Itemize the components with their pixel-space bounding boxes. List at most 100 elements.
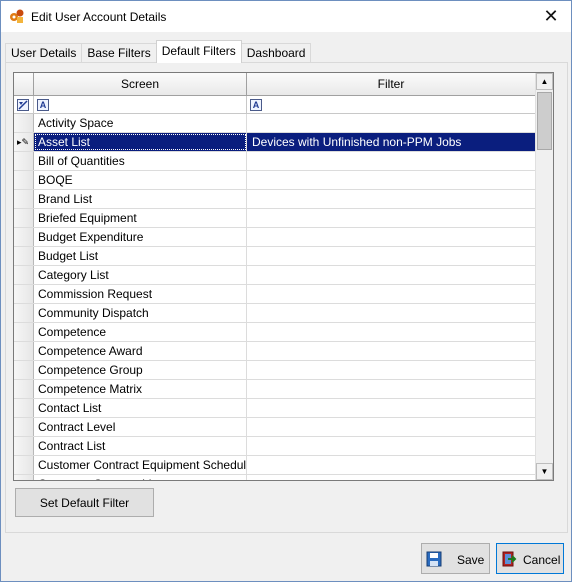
screen-cell[interactable]: Customer Contract Equipment Schedule	[34, 456, 247, 474]
screen-cell[interactable]: Brand List	[34, 190, 247, 208]
filter-cell[interactable]	[247, 342, 536, 360]
table-row[interactable]: Community Dispatch	[14, 304, 536, 323]
table-row[interactable]: BOQE	[14, 171, 536, 190]
tab-base-filters[interactable]: Base Filters	[81, 43, 157, 63]
row-selector[interactable]	[14, 418, 34, 436]
filter-cell[interactable]	[247, 437, 536, 455]
screen-cell[interactable]: Briefed Equipment	[34, 209, 247, 227]
row-selector[interactable]	[14, 152, 34, 170]
filter-cell[interactable]	[247, 285, 536, 303]
filter-cell[interactable]	[247, 228, 536, 246]
filter-cell[interactable]	[247, 152, 536, 170]
filter-cell[interactable]	[247, 418, 536, 436]
row-selector[interactable]	[14, 361, 34, 379]
row-selector[interactable]	[14, 456, 34, 474]
table-row[interactable]: Bill of Quantities	[14, 152, 536, 171]
row-selector[interactable]	[14, 437, 34, 455]
table-row[interactable]: Competence	[14, 323, 536, 342]
scrollbar-thumb[interactable]	[537, 92, 552, 150]
table-row[interactable]: Customer Contract List	[14, 475, 536, 480]
row-selector[interactable]	[14, 190, 34, 208]
filter-cell[interactable]	[247, 171, 536, 189]
table-row[interactable]: Competence Award	[14, 342, 536, 361]
row-selector[interactable]: ▸✎	[14, 133, 34, 151]
text-filter-icon[interactable]: A	[37, 99, 49, 111]
screen-cell[interactable]: Category List	[34, 266, 247, 284]
table-row[interactable]: Contact List	[14, 399, 536, 418]
screen-cell[interactable]: Asset List	[34, 133, 247, 151]
save-button[interactable]: Save	[421, 543, 490, 574]
filter-cell[interactable]	[247, 209, 536, 227]
close-button[interactable]: ✕	[531, 1, 571, 32]
filter-cell[interactable]	[247, 475, 536, 480]
tab-default-filters[interactable]: Default Filters	[155, 40, 242, 63]
row-selector[interactable]	[14, 342, 34, 360]
screen-cell[interactable]: Budget Expenditure	[34, 228, 247, 246]
screen-cell[interactable]: Customer Contract List	[34, 475, 247, 480]
row-selector[interactable]	[14, 304, 34, 322]
table-row[interactable]: Category List	[14, 266, 536, 285]
clear-filter-icon[interactable]	[17, 99, 29, 111]
row-selector[interactable]	[14, 380, 34, 398]
table-row[interactable]: Budget List	[14, 247, 536, 266]
filter-cell[interactable]	[247, 190, 536, 208]
row-selector[interactable]	[14, 114, 34, 132]
table-row[interactable]: Activity Space	[14, 114, 536, 133]
screen-cell[interactable]: Commission Request	[34, 285, 247, 303]
screen-cell[interactable]: Budget List	[34, 247, 247, 265]
screen-cell[interactable]: Competence Matrix	[34, 380, 247, 398]
table-row[interactable]: Budget Expenditure	[14, 228, 536, 247]
screen-cell[interactable]: Contact List	[34, 399, 247, 417]
row-selector[interactable]	[14, 228, 34, 246]
screen-cell[interactable]: Contract Level	[34, 418, 247, 436]
screen-cell[interactable]: Competence Award	[34, 342, 247, 360]
filter-cell[interactable]	[247, 114, 536, 132]
filter-filter-cell[interactable]: A	[247, 96, 536, 114]
filter-cell[interactable]	[247, 247, 536, 265]
table-row[interactable]: ▸✎ Asset List Devices with Unfinished non-…	[14, 133, 536, 152]
screen-cell[interactable]: BOQE	[34, 171, 247, 189]
screen-cell[interactable]: Community Dispatch	[34, 304, 247, 322]
screen-filter-cell[interactable]: A	[34, 96, 247, 114]
vertical-scrollbar[interactable]: ▲ ▼	[535, 73, 553, 480]
table-row[interactable]: Brand List	[14, 190, 536, 209]
table-row[interactable]: Briefed Equipment	[14, 209, 536, 228]
row-selector[interactable]	[14, 323, 34, 341]
filter-cell[interactable]	[247, 304, 536, 322]
row-selector[interactable]	[14, 209, 34, 227]
scroll-up-button[interactable]: ▲	[536, 73, 553, 90]
screen-cell[interactable]: Competence Group	[34, 361, 247, 379]
clear-filter-cell[interactable]	[14, 96, 34, 114]
set-default-filter-button[interactable]: Set Default Filter	[15, 488, 154, 517]
row-selector[interactable]	[14, 285, 34, 303]
table-row[interactable]: Competence Group	[14, 361, 536, 380]
tab-dashboard[interactable]: Dashboard	[240, 43, 312, 63]
table-row[interactable]: Contract Level	[14, 418, 536, 437]
default-filters-grid[interactable]: Screen Filter A A Activity Space ▸✎ Asset …	[13, 72, 554, 481]
column-header-screen[interactable]: Screen	[34, 73, 247, 95]
filter-cell[interactable]	[247, 456, 536, 474]
text-filter-icon[interactable]: A	[250, 99, 262, 111]
row-selector[interactable]	[14, 266, 34, 284]
screen-cell[interactable]: Activity Space	[34, 114, 247, 132]
scroll-down-button[interactable]: ▼	[536, 463, 553, 480]
filter-cell[interactable]: Devices with Unfinished non-PPM Jobs	[247, 133, 536, 151]
row-selector[interactable]	[14, 475, 34, 480]
tab-user-details[interactable]: User Details	[5, 43, 83, 63]
filter-cell[interactable]	[247, 399, 536, 417]
filter-cell[interactable]	[247, 361, 536, 379]
column-header-filter[interactable]: Filter	[247, 73, 536, 95]
row-selector[interactable]	[14, 399, 34, 417]
row-selector[interactable]	[14, 171, 34, 189]
row-selector[interactable]	[14, 247, 34, 265]
screen-cell[interactable]: Bill of Quantities	[34, 152, 247, 170]
table-row[interactable]: Commission Request	[14, 285, 536, 304]
screen-cell[interactable]: Contract List	[34, 437, 247, 455]
table-row[interactable]: Contract List	[14, 437, 536, 456]
table-row[interactable]: Customer Contract Equipment Schedule	[14, 456, 536, 475]
filter-cell[interactable]	[247, 323, 536, 341]
screen-cell[interactable]: Competence	[34, 323, 247, 341]
filter-cell[interactable]	[247, 266, 536, 284]
table-row[interactable]: Competence Matrix	[14, 380, 536, 399]
cancel-button[interactable]: Cancel	[496, 543, 564, 574]
